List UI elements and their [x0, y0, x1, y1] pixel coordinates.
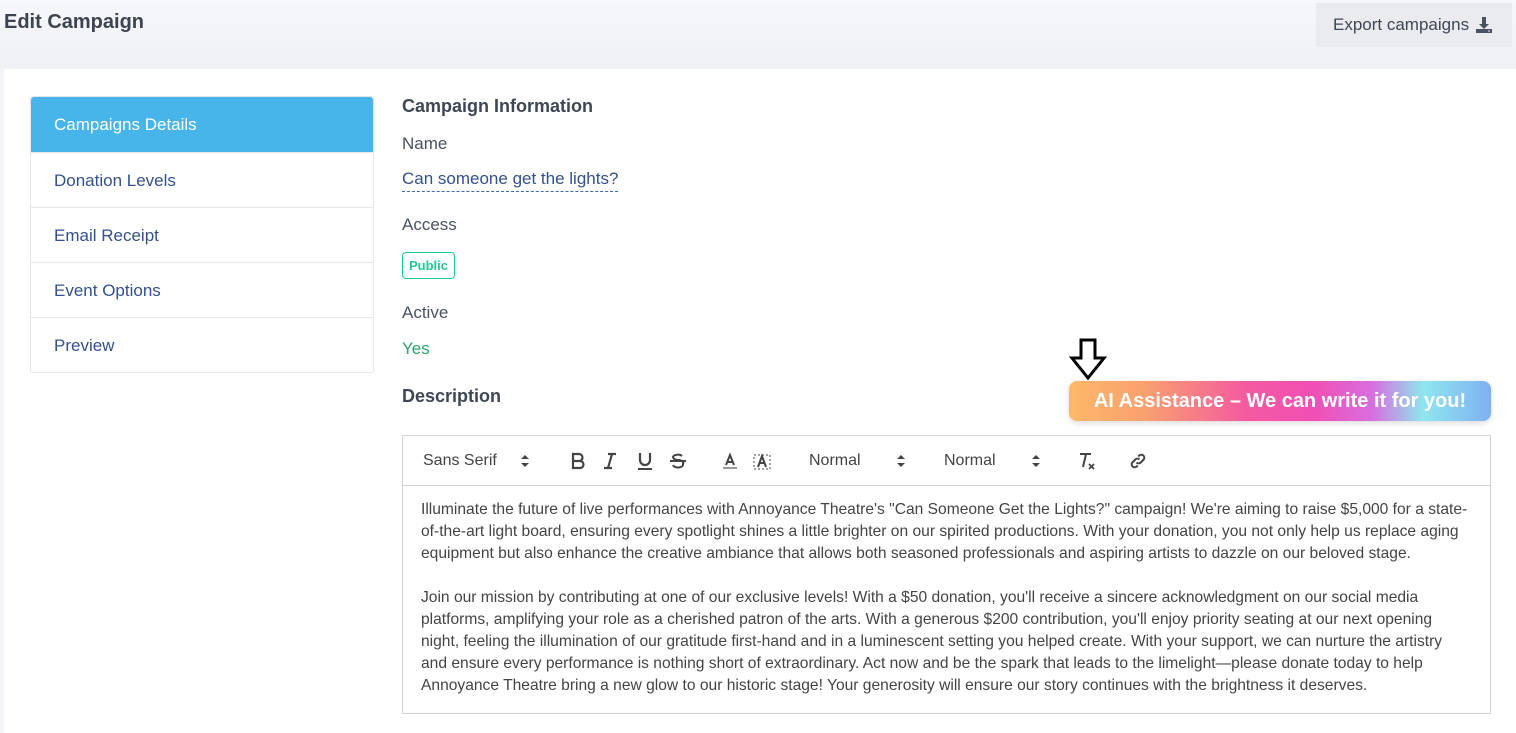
font-family-select[interactable]: Sans Serif	[423, 436, 530, 486]
description-heading: Description	[402, 386, 502, 406]
underline-icon[interactable]	[636, 436, 654, 486]
campaign-information-heading: Campaign Information	[402, 96, 594, 116]
access-status-badge[interactable]: Public	[402, 252, 456, 279]
description-paragraph: Illuminate the future of live performanc…	[421, 501, 1468, 562]
select-caret-icon	[896, 454, 906, 468]
background-color-icon[interactable]	[753, 436, 771, 486]
clear-formatting-icon[interactable]	[1077, 436, 1097, 486]
export-label: Export campaigns	[1333, 15, 1470, 34]
text-color-icon[interactable]	[721, 436, 739, 486]
export-campaigns-button[interactable]: Export campaigns	[1316, 3, 1512, 47]
sidebar-item-preview[interactable]: Preview	[31, 317, 373, 372]
select-caret-icon	[520, 454, 530, 468]
campaign-sidebar: Campaigns Details Donation Levels Email …	[30, 96, 374, 373]
sidebar-item-email-receipt[interactable]: Email Receipt	[31, 207, 373, 262]
top-header	[0, 0, 1516, 68]
heading-select[interactable]: Normal	[944, 436, 1041, 486]
campaign-name-editable[interactable]: Can someone get the lights?	[402, 169, 619, 192]
editor-content[interactable]: Illuminate the future of live performanc…	[421, 499, 1471, 697]
description-paragraph: Join our mission by contributing at one …	[421, 589, 1443, 694]
download-icon	[1475, 16, 1493, 34]
sidebar-item-campaigns-details[interactable]: Campaigns Details	[31, 97, 373, 152]
italic-icon[interactable]	[601, 436, 619, 486]
active-value[interactable]: Yes	[402, 339, 430, 359]
heading-value: Normal	[944, 452, 996, 469]
arrow-down-icon	[1068, 337, 1108, 386]
sidebar-item-donation-levels[interactable]: Donation Levels	[31, 152, 373, 207]
active-label: Active	[402, 303, 449, 322]
strikethrough-icon[interactable]	[669, 436, 687, 486]
font-family-value: Sans Serif	[423, 452, 497, 469]
name-label: Name	[402, 134, 448, 153]
font-size-select[interactable]: Normal	[809, 436, 906, 486]
sidebar-item-event-options[interactable]: Event Options	[31, 262, 373, 317]
editor-toolbar: Sans Serif Normal Normal	[403, 436, 1490, 486]
ai-assistance-button[interactable]: AI Assistance – We can write it for you!	[1069, 381, 1491, 421]
font-size-value: Normal	[809, 452, 861, 469]
page-title: Edit Campaign	[4, 11, 145, 33]
link-icon[interactable]	[1129, 436, 1147, 486]
description-editor: Sans Serif Normal Normal Illuminate the …	[402, 435, 1491, 714]
access-label: Access	[402, 215, 457, 234]
bold-icon[interactable]	[569, 436, 587, 486]
select-caret-icon	[1031, 454, 1041, 468]
